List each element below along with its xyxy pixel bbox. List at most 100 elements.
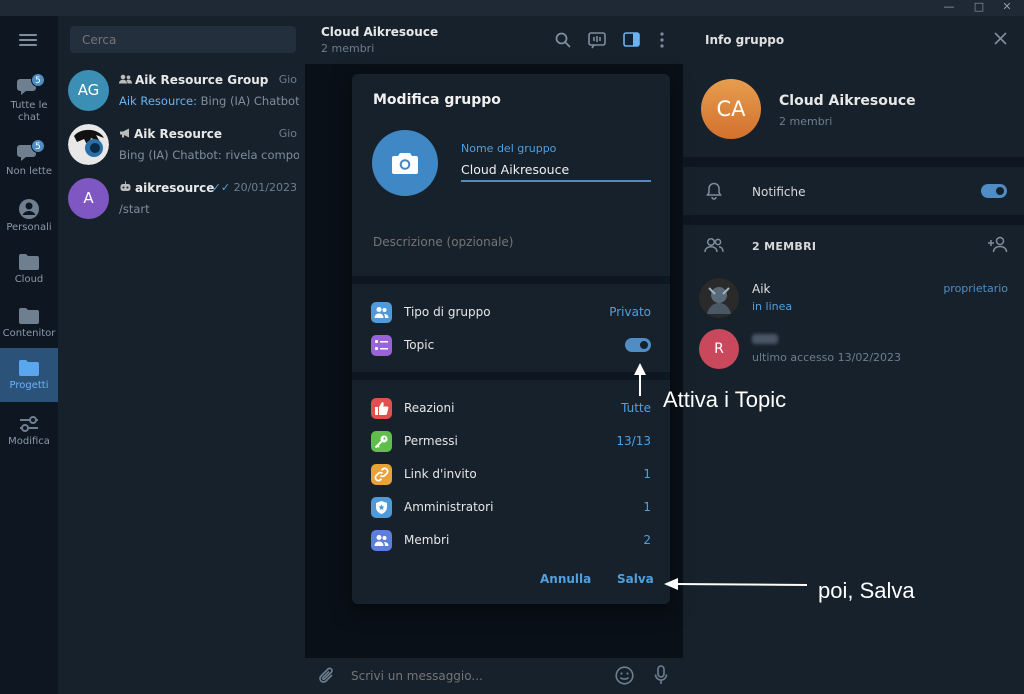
megaphone-icon	[120, 128, 129, 138]
hamburger-menu-icon[interactable]	[19, 34, 37, 46]
key-icon	[371, 431, 392, 452]
rail-item-label: Progetti	[9, 380, 49, 391]
dialog-title: Modifica gruppo	[373, 92, 501, 108]
rail-item-containers[interactable]: Contenitor	[0, 300, 58, 354]
group-photo-button[interactable]	[372, 130, 438, 196]
row-label: Membri	[404, 533, 450, 547]
video-chat-icon[interactable]	[588, 32, 606, 49]
rail-item-all-chats[interactable]: 5 Tutte le chat	[0, 70, 58, 124]
topics-icon	[371, 335, 392, 356]
chat-subtitle: 2 membri	[321, 42, 375, 55]
rail-item-edit[interactable]: Modifica	[0, 408, 58, 462]
divider	[683, 215, 1024, 225]
rail-badge: 5	[31, 73, 45, 87]
chat-list-item[interactable]: AG Aik Resource Group Gio Aik Resource: …	[58, 64, 305, 118]
chat-title: Cloud Aikresouce	[321, 25, 439, 39]
thumbs-up-icon	[371, 398, 392, 419]
edit-group-dialog: Modifica gruppo Nome del gruppo Tipo di …	[352, 74, 670, 604]
divider	[352, 276, 670, 284]
link-icon	[371, 464, 392, 485]
save-button[interactable]: Salva	[617, 572, 654, 586]
rail-item-label: Tutte le chat	[10, 100, 48, 123]
close-icon[interactable]	[994, 32, 1007, 45]
members-icon	[704, 237, 724, 253]
avatar	[699, 278, 739, 318]
chat-list-panel: AG Aik Resource Group Gio Aik Resource: …	[58, 16, 305, 694]
chat-preview: /start	[119, 202, 150, 216]
row-value: 13/13	[616, 434, 651, 448]
row-value: 1	[643, 467, 651, 481]
search-input[interactable]	[70, 26, 296, 53]
cancel-button[interactable]: Annulla	[540, 572, 591, 586]
redacted-name-blur	[752, 334, 778, 344]
reactions-row[interactable]: Reazioni Tutte	[352, 392, 670, 424]
members-row[interactable]: Membri 2	[352, 524, 670, 556]
permissions-row[interactable]: Permessi 13/13	[352, 425, 670, 457]
search-icon[interactable]	[555, 32, 571, 48]
close-window-button[interactable]: ✕	[994, 0, 1020, 16]
group-type-icon	[371, 302, 392, 323]
rail-item-unread[interactable]: 5 Non lette	[0, 136, 58, 190]
chat-name: Aik Resource Group	[135, 73, 269, 87]
shield-icon	[371, 497, 392, 518]
message-input[interactable]	[351, 666, 601, 686]
chat-name-row: Aik Resource	[119, 127, 222, 141]
avatar: R	[699, 329, 739, 369]
group-avatar: CA	[701, 79, 761, 139]
chat-header: Cloud Aikresouce 2 membri	[305, 16, 683, 64]
bot-icon	[120, 181, 131, 191]
chat-list-item[interactable]: A aikresource ✓✓ 20/01/2023 /start	[58, 172, 305, 226]
chat-name: Aik Resource	[134, 127, 223, 141]
annotation-topic-hint: Attiva i Topic	[663, 387, 787, 412]
rail-item-label: Modifica	[8, 436, 50, 447]
chat-preview: Aik Resource: Bing (IA) Chatbot: ...	[119, 94, 299, 108]
bell-icon	[706, 182, 722, 200]
maximize-button[interactable]: □	[966, 0, 992, 16]
annotation-save-hint: poi, Salva	[818, 578, 915, 603]
row-value: Privato	[609, 305, 651, 319]
group-name-label: Nome del gruppo	[461, 142, 557, 155]
minimize-button[interactable]: —	[936, 0, 962, 16]
description-input[interactable]	[373, 232, 643, 252]
chat-time: Gio	[278, 127, 297, 140]
rail-item-cloud[interactable]: Cloud	[0, 246, 58, 300]
member-row[interactable]: Aik in linea proprietario	[683, 278, 1024, 320]
member-row[interactable]: R ultimo accesso 13/02/2023	[683, 329, 1024, 371]
rail-item-projects[interactable]: Progetti	[0, 348, 58, 402]
rail-item-personal[interactable]: Personali	[0, 192, 58, 246]
rail-item-label: Cloud	[14, 274, 44, 285]
folder-rail: 5 Tutte le chat 5 Non lette Personali Cl…	[0, 16, 58, 694]
more-options-icon[interactable]	[659, 32, 665, 48]
chat-preview: Bing (IA) Chatbot: rivela compor...	[119, 148, 299, 162]
chat-list-item[interactable]: Aik Resource Gio Bing (IA) Chatbot: rive…	[58, 118, 305, 172]
up-arrow-annotation	[634, 363, 646, 396]
paperclip-icon[interactable]	[319, 667, 335, 685]
row-value: 1	[643, 500, 651, 514]
topic-row[interactable]: Topic	[352, 329, 670, 361]
group-type-row[interactable]: Tipo di gruppo Privato	[352, 296, 670, 328]
preview-text: Bing (IA) Chatbot: ...	[200, 94, 299, 108]
left-arrow-annotation	[664, 578, 808, 590]
double-check-icon: ✓✓	[211, 181, 231, 194]
member-role: proprietario	[943, 282, 1008, 295]
administrators-row[interactable]: Amministratori 1	[352, 491, 670, 523]
row-label: Tipo di gruppo	[404, 305, 491, 319]
notifications-toggle[interactable]	[981, 184, 1007, 198]
topic-toggle[interactable]	[625, 338, 651, 352]
member-name: Aik	[752, 282, 771, 296]
row-label: Topic	[404, 338, 435, 352]
rail-item-label: Non lette	[5, 166, 53, 177]
group-name-input[interactable]	[461, 158, 651, 182]
chat-name-row: aikresource	[119, 181, 214, 195]
microphone-icon[interactable]	[654, 665, 668, 685]
invite-link-row[interactable]: Link d'invito 1	[352, 458, 670, 490]
members-icon	[371, 530, 392, 551]
preview-sender: Aik Resource:	[119, 94, 197, 108]
sidebar-toggle-icon[interactable]	[623, 32, 640, 47]
emoji-icon[interactable]	[615, 666, 634, 685]
row-value: 2	[643, 533, 651, 547]
chat-time: ✓✓ 20/01/2023	[212, 181, 297, 194]
channel-avatar-icon	[68, 124, 109, 165]
avatar: AG	[68, 70, 109, 111]
add-member-icon[interactable]	[987, 236, 1009, 253]
